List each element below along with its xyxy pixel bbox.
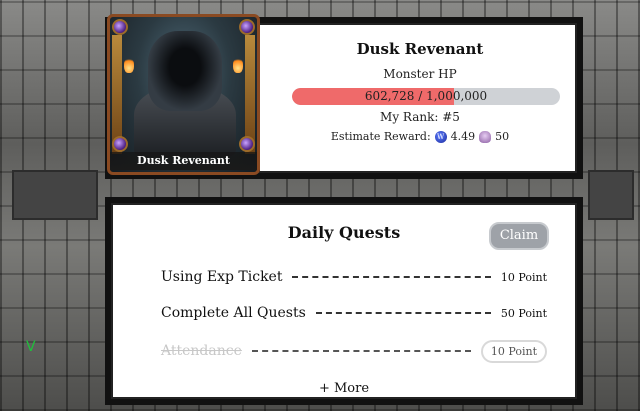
daily-quests-panel: Daily Quests Claim Using Exp Ticket 10 P… <box>105 197 583 405</box>
quest-item: Using Exp Ticket 10 Point <box>161 265 547 289</box>
my-rank: My Rank: #5 <box>380 110 460 124</box>
skull-icon <box>479 130 492 143</box>
hp-value: 602,728 / 1,000,000 <box>364 89 488 103</box>
revenant-hood <box>148 31 222 111</box>
reward-coin-value: 4.49 <box>450 130 476 143</box>
check-icon: V <box>26 339 36 355</box>
hp-bar: 602,728 / 1,000,000 <box>292 88 560 105</box>
gem-icon <box>239 19 255 35</box>
monster-hp-label: Monster HP <box>383 67 457 81</box>
gem-icon <box>112 19 128 35</box>
quest-points: 50 Point <box>500 306 547 320</box>
quest-name: Using Exp Ticket <box>161 269 283 285</box>
background-pillar-left <box>12 170 98 220</box>
quest-points-button[interactable]: 10 Point <box>480 339 547 363</box>
quest-name: Attendance <box>161 343 242 359</box>
daily-quests-card: Daily Quests Claim Using Exp Ticket 10 P… <box>111 203 577 399</box>
reward-skull-value: 50 <box>495 130 510 143</box>
claim-button[interactable]: Claim <box>489 222 549 250</box>
quest-points: 10 Point <box>500 270 547 284</box>
flame-icon <box>124 57 134 73</box>
flame-icon <box>233 57 243 73</box>
portrait-name-label: Dusk Revenant <box>110 152 257 170</box>
estimate-reward: Estimate Reward: W 4.49 50 <box>260 130 580 143</box>
gem-icon <box>239 136 255 152</box>
boss-portrait: Dusk Revenant <box>107 14 260 175</box>
background-pillar-right <box>588 170 634 220</box>
coin-icon: W <box>434 130 447 143</box>
dash-leader <box>251 350 471 352</box>
boss-name: Dusk Revenant <box>356 40 484 58</box>
dash-leader <box>315 312 491 314</box>
quest-item-completed: Attendance 10 Point <box>161 339 547 363</box>
gem-icon <box>112 136 128 152</box>
more-link[interactable]: + More <box>113 381 575 396</box>
dash-leader <box>292 276 491 278</box>
quest-name: Complete All Quests <box>161 305 306 321</box>
quest-item: Complete All Quests 50 Point <box>161 301 547 325</box>
reward-label: Estimate Reward: <box>330 130 431 143</box>
